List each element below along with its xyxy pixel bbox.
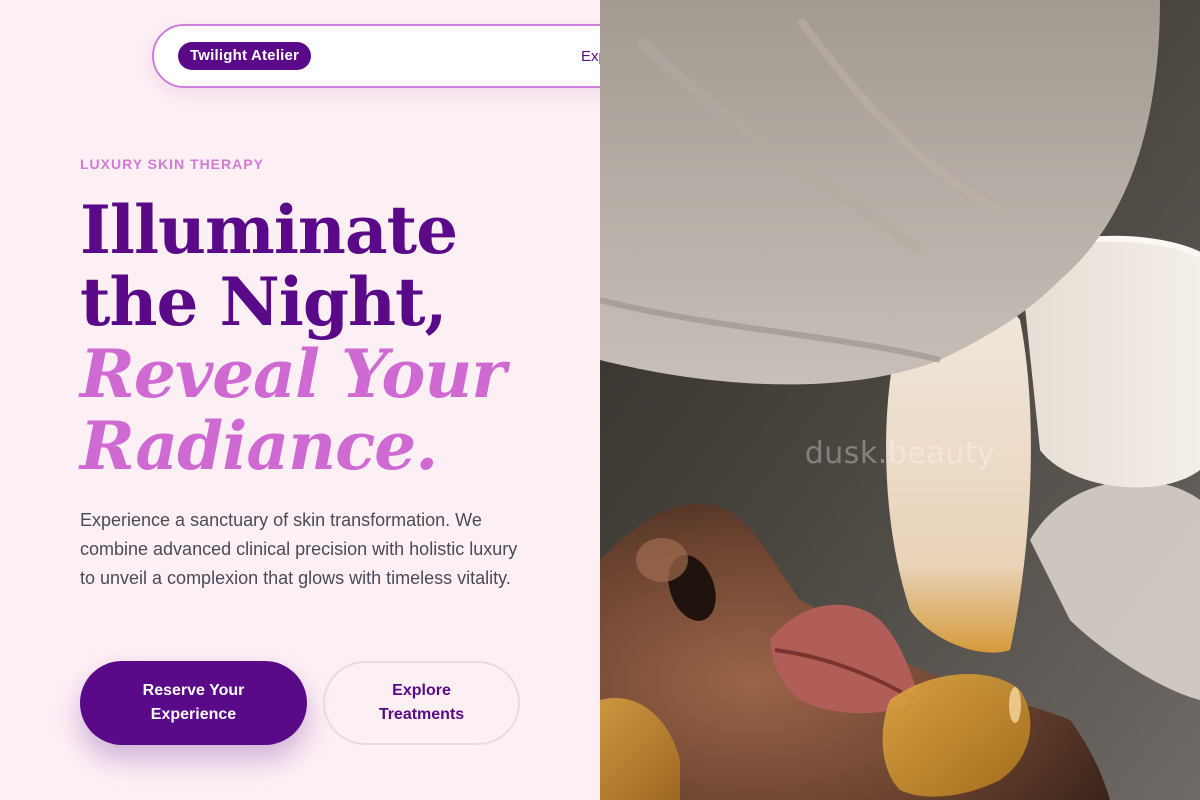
top-navigation: Twilight Atelier Exp [152,24,600,88]
hero-heading-line-1: Illuminate [80,191,458,269]
hero-description: Experience a sanctuary of skin transform… [80,510,518,588]
hero-heading-line-2: the Night, [80,263,447,341]
spa-facial-photo [600,0,1200,800]
explore-treatments-button[interactable]: Explore Treatments [323,661,520,745]
reserve-experience-button[interactable]: Reserve Your Experience [80,661,307,745]
eyebrow-label: LUXURY SKIN THERAPY [80,156,264,172]
hero-image: dusk.beauty [600,0,1200,800]
hero-heading-line-3: Reveal Your [80,335,506,413]
hero-heading-line-4: Radiance. [80,407,438,485]
nav-link-explore[interactable]: Exp [581,46,600,68]
brand-logo-pill[interactable]: Twilight Atelier [178,42,312,70]
hero-heading: Illuminate the Night, Reveal Your Radian… [80,194,580,482]
hero-content: Twilight Atelier Exp LUXURY SKIN THERAPY… [0,0,600,800]
